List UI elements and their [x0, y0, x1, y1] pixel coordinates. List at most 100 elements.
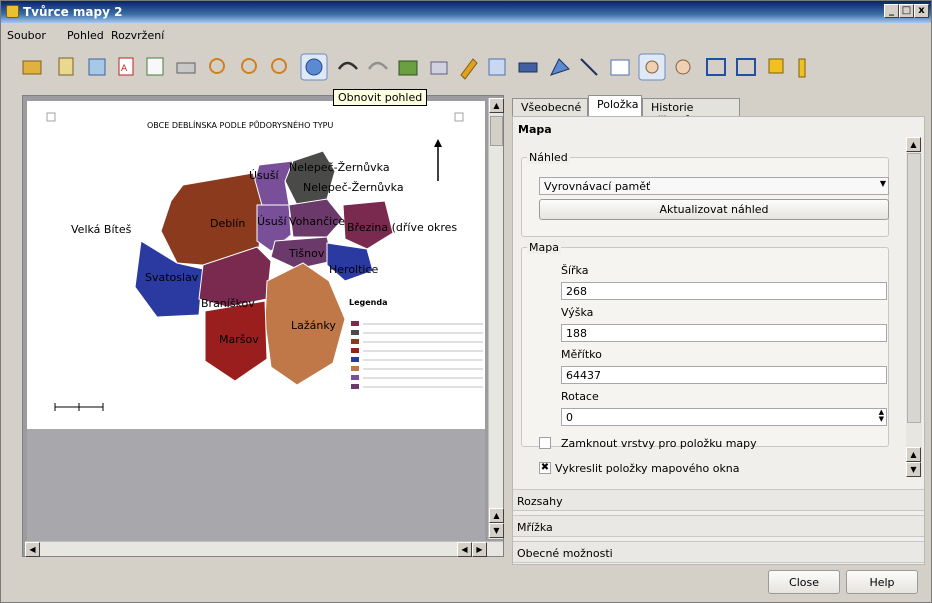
label-tisnov: Tišnov [288, 247, 325, 260]
print-icon [176, 62, 196, 74]
section-general-options[interactable]: Obecné možnosti [513, 541, 924, 563]
scroll-left-icon[interactable]: ◀ [457, 542, 472, 557]
menu-rozvrzeni[interactable]: Rozvržení [111, 29, 164, 42]
label-nelepec-2: Nelepeč-Žernůvka [303, 181, 404, 194]
height-field[interactable]: 188 [561, 324, 887, 342]
preview-group [521, 157, 889, 237]
menu-soubor[interactable]: Soubor [7, 29, 46, 42]
section-title: Mapa [518, 123, 552, 136]
label-marsov: Maršov [219, 333, 259, 346]
zoom-in-icon [241, 58, 257, 74]
zoom-full-icon [209, 58, 225, 74]
scroll-thumb[interactable] [490, 116, 503, 146]
close-window-button[interactable]: x [914, 4, 929, 18]
add-label-icon [460, 58, 478, 80]
add-legend-icon [488, 58, 506, 76]
draw-items-checkbox[interactable]: ✖ [539, 462, 551, 474]
tab-item[interactable]: Položka [588, 95, 642, 117]
label-nelepec-1: Nelepeč-Žernůvka [289, 161, 390, 174]
label-ususi-2: Úsuší [257, 215, 287, 228]
lock-layers-label: Zamknout vrstvy pro položku mapy [561, 437, 757, 450]
menu-pohled[interactable]: Pohled [67, 29, 104, 42]
group-icon [706, 58, 726, 76]
rotation-value: 0 [566, 411, 573, 424]
composer-canvas[interactable]: OBCE DEBLÍNSKA PODLE PŮDORYSNÉHO TYPU Ne… [22, 95, 504, 557]
folder-icon [22, 60, 42, 75]
panel-scrollbar[interactable]: ▲ ▲ ▼ [906, 137, 922, 477]
align-icon [798, 58, 806, 78]
export-svg-icon [146, 57, 164, 76]
composer-window: Tvůrce mapy 2 _ □ x Soubor Pohled Rozvrž… [0, 0, 932, 603]
help-button[interactable]: Help [846, 570, 918, 594]
export-pdf-icon: A [118, 57, 134, 76]
label-braniskov: Braníškov [201, 297, 255, 310]
preview-mode-value: Vyrovnávací paměť [544, 180, 651, 193]
raise-icon [768, 58, 784, 74]
scroll-down-icon[interactable]: ▼ [489, 523, 504, 538]
canvas-vertical-scrollbar[interactable]: ▲ ▲ ▼ [488, 98, 504, 539]
add-shape-icon [550, 58, 570, 76]
add-map-icon [398, 60, 418, 76]
window-title: Tvůrce mapy 2 [23, 5, 123, 19]
zoom-out-icon [271, 58, 287, 74]
map-group-label: Mapa [527, 241, 561, 254]
properties-pane: Všeobecné Položka Historie příkazů Mapa … [512, 95, 925, 565]
undo-icon [337, 61, 358, 70]
tab-bar: Všeobecné Položka Historie příkazů [512, 95, 925, 127]
preview-mode-select[interactable]: Vyrovnávací paměť ▼ [539, 177, 889, 195]
scroll-up-icon[interactable]: ▲ [489, 98, 504, 113]
draw-items-label: Vykreslit položky mapového okna [555, 462, 740, 475]
paper-page: OBCE DEBLÍNSKA PODLE PŮDORYSNÉHO TYPU Ne… [27, 101, 485, 429]
selection-handle-icon [454, 112, 464, 122]
toolbar-icons: A [22, 53, 806, 81]
preview-group-label: Náhled [527, 151, 570, 164]
scroll-up-icon[interactable]: ▲ [906, 447, 921, 462]
template-icon [58, 57, 74, 76]
width-label: Šířka [561, 264, 589, 277]
maximize-button[interactable]: □ [899, 4, 914, 18]
label-svatoslav: Svatoslav [145, 271, 199, 284]
add-arrow-icon [580, 58, 598, 76]
move-content-icon [675, 59, 691, 75]
map-title: OBCE DEBLÍNSKA PODLE PŮDORYSNÉHO TYPU [147, 119, 334, 130]
label-brezina: Březina (dříve okres [347, 221, 457, 234]
rotation-spinbox[interactable]: 0 ▲ ▼ [561, 408, 887, 426]
label-vohancice: Vohančice [289, 215, 345, 228]
add-image-icon [430, 61, 448, 75]
region-nelepec [284, 150, 336, 206]
map-item[interactable]: OBCE DEBLÍNSKA PODLE PŮDORYSNÉHO TYPU Ne… [27, 101, 485, 429]
scroll-thumb[interactable] [907, 153, 921, 423]
add-scalebar-icon [518, 62, 538, 73]
label-deblin: Deblín [210, 217, 245, 230]
toolbar: A [17, 53, 907, 85]
height-label: Výška [561, 306, 594, 319]
scroll-down-icon[interactable]: ▼ [906, 462, 921, 477]
title-bar: Tvůrce mapy 2 _ □ x [1, 1, 931, 23]
label-lazanky: Lažánky [291, 319, 336, 332]
refresh-view-icon [300, 53, 328, 81]
svg-text:A: A [121, 64, 128, 74]
selection-handle-icon [46, 112, 56, 122]
tab-history[interactable]: Historie příkazů [642, 98, 740, 127]
update-preview-button[interactable]: Aktualizovat náhled [539, 199, 889, 220]
minimize-button[interactable]: _ [884, 4, 899, 18]
label-ususi-1: Úsuší [249, 169, 279, 182]
scroll-up-icon[interactable]: ▲ [906, 137, 921, 152]
section-grid[interactable]: Mřížka [513, 515, 924, 537]
scroll-left-icon[interactable]: ◀ [25, 542, 40, 557]
lock-layers-checkbox[interactable] [539, 437, 551, 449]
add-table-icon [610, 59, 630, 76]
scroll-up-icon[interactable]: ▲ [489, 508, 504, 523]
scale-field[interactable]: 64437 [561, 366, 887, 384]
close-button[interactable]: Close [768, 570, 840, 594]
pan-icon [638, 53, 666, 81]
legend-swatches [351, 321, 483, 389]
section-extents[interactable]: Rozsahy [513, 489, 924, 511]
spin-arrows-icon[interactable]: ▲ ▼ [879, 409, 884, 423]
tab-general[interactable]: Všeobecné [512, 98, 588, 117]
menu-bar: Soubor Pohled Rozvržení [1, 25, 931, 45]
scroll-right-icon[interactable]: ▶ [472, 542, 487, 557]
app-icon [6, 5, 19, 18]
canvas-horizontal-scrollbar[interactable]: ◀ ◀ ▶ [25, 541, 503, 557]
width-field[interactable]: 268 [561, 282, 887, 300]
